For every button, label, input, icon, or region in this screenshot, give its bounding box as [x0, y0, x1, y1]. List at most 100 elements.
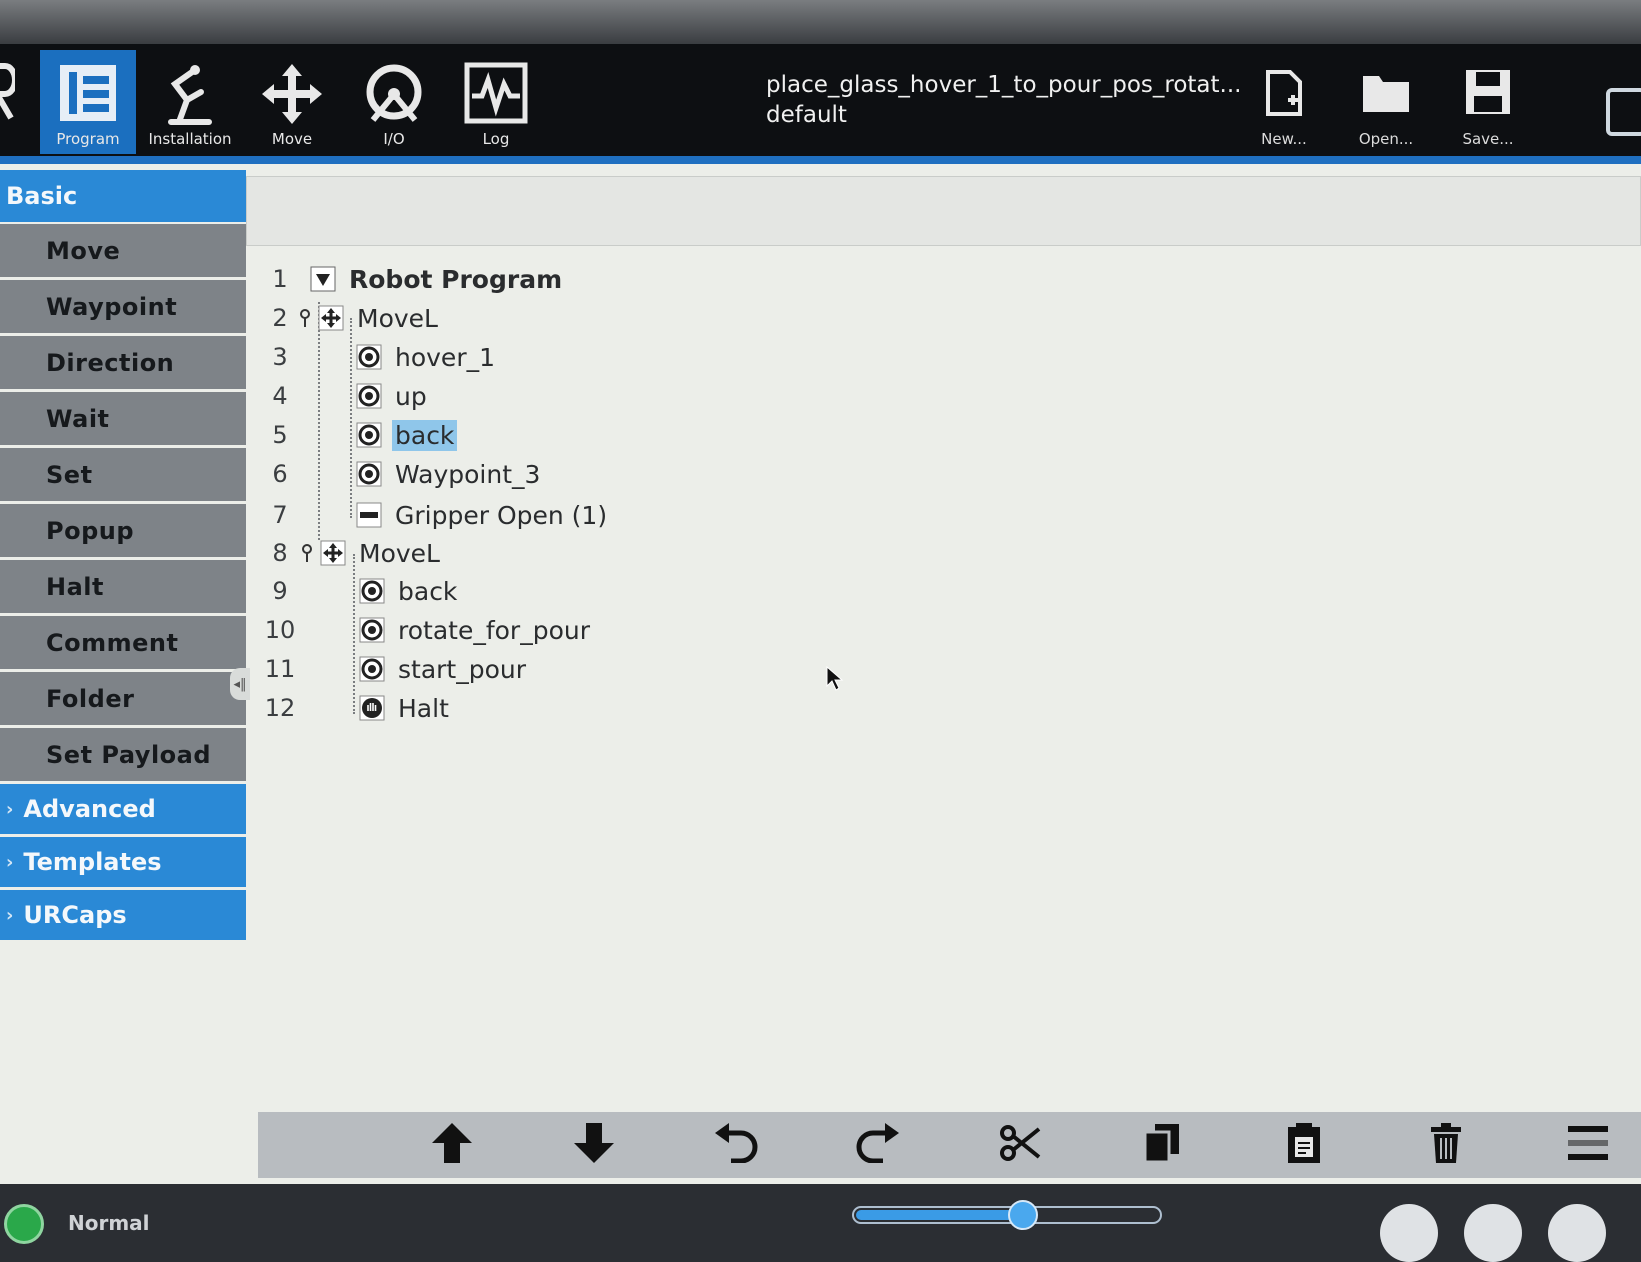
- waypoint-icon: [356, 461, 382, 487]
- sidebar-item-comment[interactable]: Comment: [0, 616, 246, 669]
- move-up-button[interactable]: [422, 1120, 482, 1170]
- sidebar-item-folder[interactable]: Folder: [0, 672, 246, 725]
- undo-icon: [713, 1123, 759, 1167]
- save-button[interactable]: Save...: [1448, 64, 1528, 154]
- move-down-button[interactable]: [564, 1120, 624, 1170]
- sidebar-item-direction[interactable]: Direction: [0, 336, 246, 389]
- paste-button[interactable]: [1274, 1120, 1334, 1170]
- chevron-right-icon: ›: [6, 851, 14, 873]
- sidebar-collapse-handle[interactable]: ◂‖: [230, 668, 250, 700]
- file-info: place_glass_hover_1_to_pour_pos_rotat...…: [600, 70, 1241, 130]
- line-number: 10: [264, 616, 296, 644]
- new-file-icon: [1264, 68, 1304, 122]
- waypoint-icon: [356, 383, 382, 409]
- tree-node-move: MoveL: [298, 303, 441, 334]
- tree-node-waypoint: rotate_for_pour: [359, 615, 593, 646]
- sidebar-group-label: Templates: [23, 848, 162, 876]
- program-info-strip: [246, 176, 1641, 246]
- suppress-button[interactable]: [1558, 1120, 1618, 1170]
- new-button-label: New...: [1261, 130, 1307, 148]
- sidebar-item-set[interactable]: Set: [0, 448, 246, 501]
- monitor-bezel: [0, 0, 1641, 44]
- delete-button[interactable]: [1416, 1120, 1476, 1170]
- node-text: back: [398, 576, 458, 606]
- play-button[interactable]: [1380, 1204, 1438, 1262]
- sidebar-item-popup[interactable]: Popup: [0, 504, 246, 557]
- open-button-label: Open...: [1358, 130, 1414, 148]
- redo-button[interactable]: [848, 1120, 908, 1170]
- nav-log[interactable]: Log: [448, 50, 544, 154]
- tree-connector: [350, 318, 352, 518]
- node-text-selected: back: [392, 419, 458, 451]
- stop-button[interactable]: [1548, 1204, 1606, 1262]
- waypoint-icon: [356, 422, 382, 448]
- node-text: hover_1: [395, 342, 495, 372]
- undo-button[interactable]: [706, 1120, 766, 1170]
- sidebar-item-wait[interactable]: Wait: [0, 392, 246, 445]
- sidebar-item-set-payload[interactable]: Set Payload: [0, 728, 246, 781]
- tree-connector: [318, 302, 320, 540]
- nav-installation[interactable]: Installation: [142, 50, 238, 154]
- sidebar-group-advanced[interactable]: › Advanced: [0, 784, 246, 834]
- save-button-label: Save...: [1462, 130, 1514, 148]
- line-number: 4: [272, 382, 288, 410]
- line-number: 2: [272, 304, 288, 332]
- nav-io[interactable]: I/O: [346, 50, 442, 154]
- node-text: MoveL: [357, 303, 438, 333]
- new-button[interactable]: New...: [1244, 64, 1324, 154]
- nav-move[interactable]: Move: [244, 50, 340, 154]
- cut-button[interactable]: [990, 1120, 1050, 1170]
- nav-program[interactable]: Program: [40, 50, 136, 154]
- line-number: 3: [272, 343, 288, 371]
- program-icon: [57, 62, 119, 128]
- tree-node-halt: Halt: [359, 693, 452, 724]
- sidebar-item-halt[interactable]: Halt: [0, 560, 246, 613]
- clipboard-icon: [1286, 1121, 1322, 1169]
- tree-node-waypoint: back: [359, 576, 460, 607]
- partial-nav-button[interactable]: [0, 50, 20, 154]
- speed-slider-knob[interactable]: [1008, 1200, 1038, 1230]
- sidebar-item-move[interactable]: Move: [0, 224, 246, 277]
- collapse-triangle-icon[interactable]: [310, 266, 336, 292]
- scissors-icon: [999, 1123, 1041, 1167]
- sidebar-basic-header[interactable]: Basic: [0, 170, 246, 222]
- tree-node-waypoint: up: [356, 381, 430, 412]
- node-text: rotate_for_pour: [398, 615, 590, 645]
- line-number: 9: [272, 577, 288, 605]
- sidebar-group-urcaps[interactable]: › URCaps: [0, 890, 246, 940]
- tree-node-gripper: Gripper Open (1): [356, 500, 610, 531]
- sidebar-item-waypoint[interactable]: Waypoint: [0, 280, 246, 333]
- speed-slider[interactable]: [852, 1206, 1162, 1224]
- move-icon: [320, 540, 346, 566]
- sidebar-group-templates[interactable]: › Templates: [0, 837, 246, 887]
- step-button[interactable]: [1464, 1204, 1522, 1262]
- copy-button[interactable]: [1132, 1120, 1192, 1170]
- nav-move-label: Move: [271, 130, 313, 148]
- speed-slider-fill: [856, 1210, 1023, 1220]
- trash-icon: [1429, 1123, 1463, 1167]
- open-button[interactable]: Open...: [1346, 64, 1426, 154]
- waypoint-icon: [356, 344, 382, 370]
- io-icon: [361, 62, 427, 132]
- robot-status-text: Normal: [68, 1211, 150, 1235]
- nav-installation-label: Installation: [148, 130, 232, 148]
- program-name: place_glass_hover_1_to_pour_pos_rotat...: [766, 72, 1242, 98]
- installation-icon: [157, 62, 223, 132]
- line-number: 1: [272, 265, 288, 293]
- line-number: 5: [272, 421, 288, 449]
- redo-icon: [855, 1123, 901, 1167]
- line-number: 12: [264, 694, 296, 722]
- header-bar: Program Installation Move I/O Log place_…: [0, 44, 1641, 162]
- line-number: 7: [272, 501, 288, 529]
- node-text: MoveL: [359, 538, 440, 568]
- robot-status-indicator[interactable]: [4, 1204, 44, 1244]
- tree-node-waypoint: Waypoint_3: [356, 459, 543, 490]
- line-number: 8: [272, 539, 288, 567]
- sidebar: Basic Move Waypoint Direction Wait Set P…: [0, 170, 246, 943]
- line-number: 6: [272, 460, 288, 488]
- gripper-icon: [356, 502, 382, 528]
- tree-node-move: MoveL: [300, 538, 443, 569]
- sidebar-group-label: URCaps: [23, 901, 127, 929]
- mouse-cursor-icon: [826, 666, 844, 691]
- installation-name: default: [766, 102, 847, 128]
